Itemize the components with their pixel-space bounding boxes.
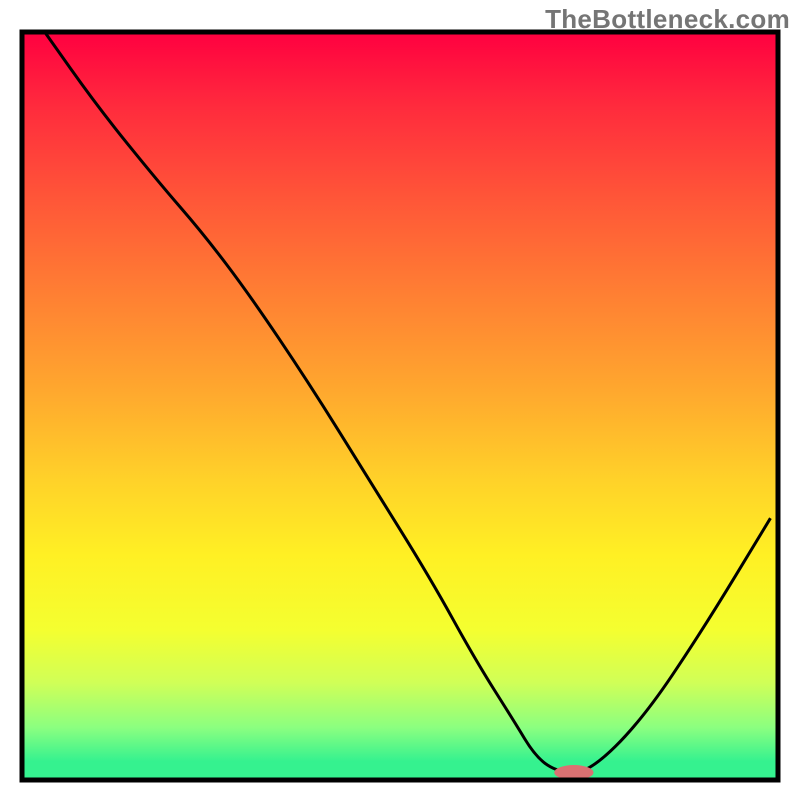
chart-frame: TheBottleneck.com — [0, 0, 800, 800]
watermark-text: TheBottleneck.com — [545, 4, 790, 35]
bottleneck-chart — [0, 0, 800, 800]
gradient-area — [22, 32, 778, 780]
